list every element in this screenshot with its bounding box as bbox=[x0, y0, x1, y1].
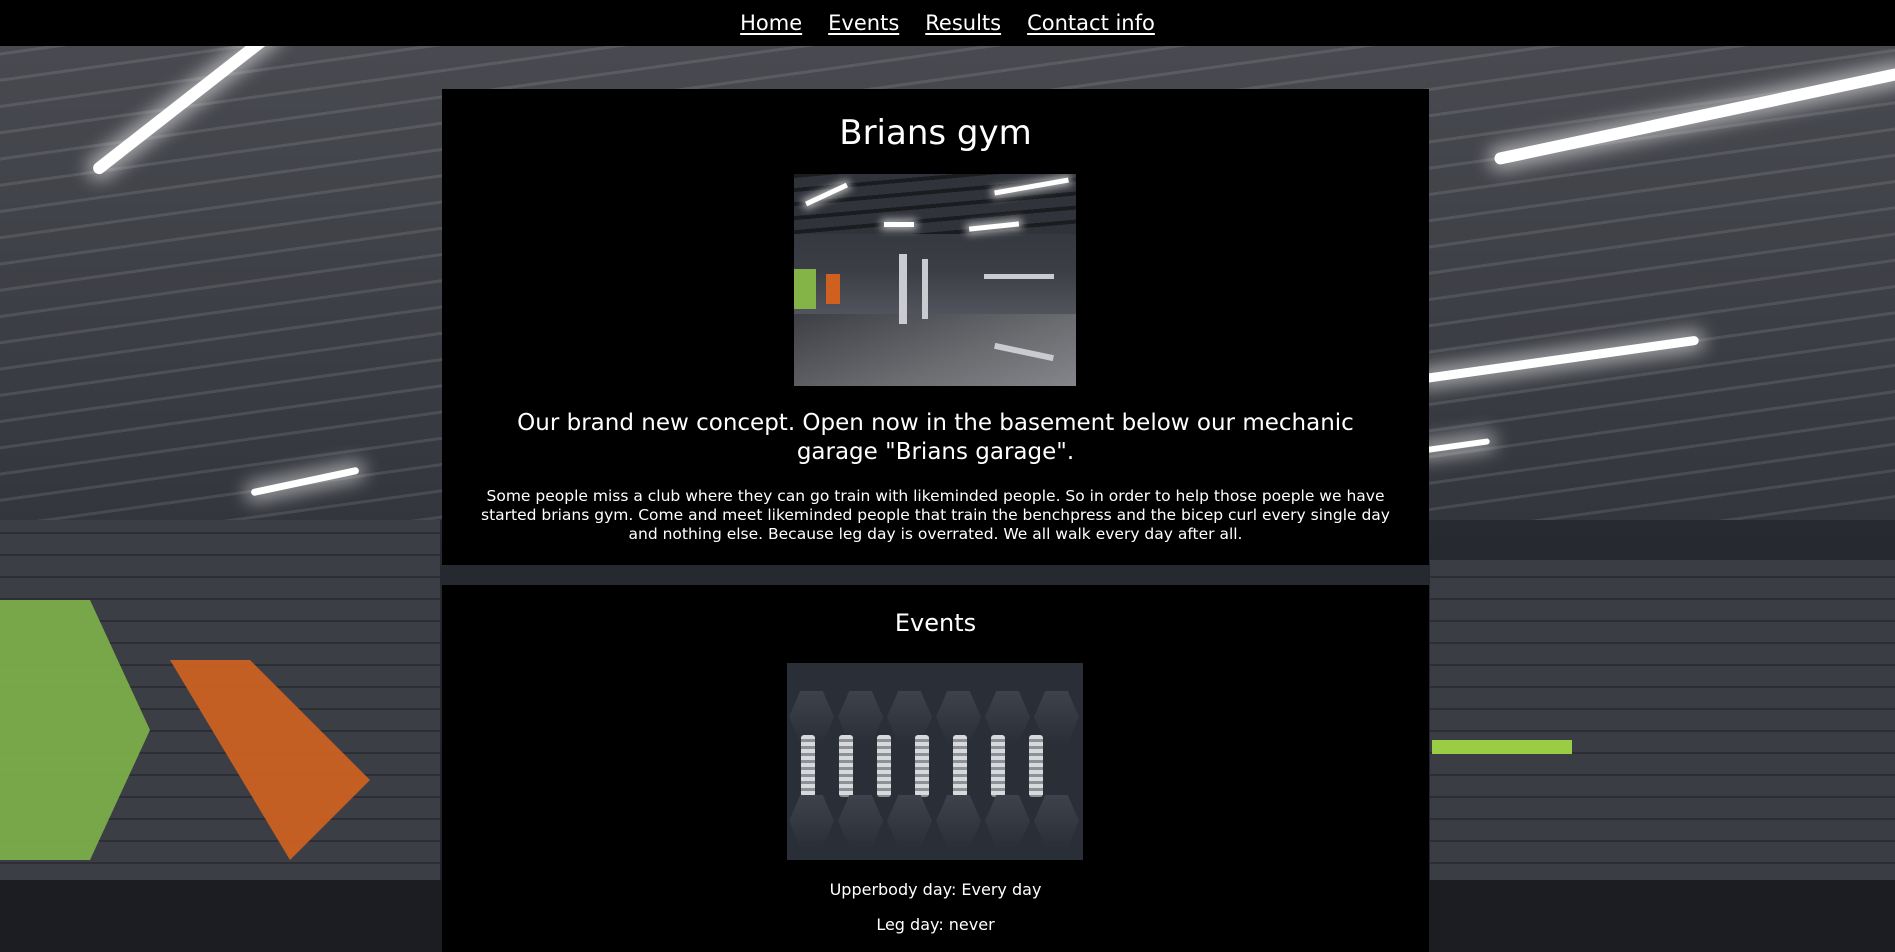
dumbbell-handle bbox=[991, 735, 1005, 797]
intro-paragraph: Some people miss a club where they can g… bbox=[481, 487, 1390, 543]
dumbbell-handle bbox=[839, 735, 853, 797]
photo-machine bbox=[984, 274, 1054, 279]
photo-orange-wall bbox=[826, 274, 840, 304]
intro-section: Brians gym Our brand new concept. Open n… bbox=[442, 89, 1429, 565]
events-heading: Events bbox=[894, 609, 977, 637]
page-title: Brians gym bbox=[839, 113, 1032, 153]
tagline-heading: Our brand new concept. Open now in the b… bbox=[517, 410, 1354, 465]
gym-interior-photo bbox=[794, 174, 1076, 386]
photo-machine bbox=[899, 254, 907, 324]
dumbbell-handle bbox=[877, 735, 891, 797]
dumbbell-handle bbox=[915, 735, 929, 797]
dumbbell-handle bbox=[801, 735, 815, 797]
nav-link-events[interactable]: Events bbox=[828, 11, 899, 35]
dumbbell-head bbox=[789, 795, 834, 847]
event-item-leg-day: Leg day: never bbox=[876, 915, 995, 934]
nav-links: Home Events Results Contact info bbox=[740, 11, 1155, 35]
dumbbell-heads-bottom bbox=[787, 795, 1083, 847]
dumbbell-handle bbox=[953, 735, 967, 797]
photo-machine bbox=[922, 259, 928, 319]
dumbbell-handle bbox=[1029, 735, 1043, 797]
green-rack bbox=[1432, 740, 1572, 754]
events-section: Events Upperbody day: Every day Leg day:… bbox=[442, 585, 1429, 952]
event-item-upperbody: Upperbody day: Every day bbox=[829, 880, 1042, 899]
nav-link-results[interactable]: Results bbox=[925, 11, 1001, 35]
dumbbell-head bbox=[1034, 795, 1079, 847]
photo-light bbox=[884, 222, 914, 227]
dumbbell-head bbox=[936, 795, 981, 847]
dumbbell-head bbox=[887, 795, 932, 847]
dumbbell-head bbox=[985, 795, 1030, 847]
nav-link-home[interactable]: Home bbox=[740, 11, 802, 35]
dumbbell-head bbox=[838, 795, 883, 847]
nav-link-contact-info[interactable]: Contact info bbox=[1027, 11, 1155, 35]
photo-green-wall bbox=[794, 269, 816, 309]
top-navigation: Home Events Results Contact info bbox=[0, 0, 1895, 46]
dumbbells-photo bbox=[787, 663, 1083, 860]
